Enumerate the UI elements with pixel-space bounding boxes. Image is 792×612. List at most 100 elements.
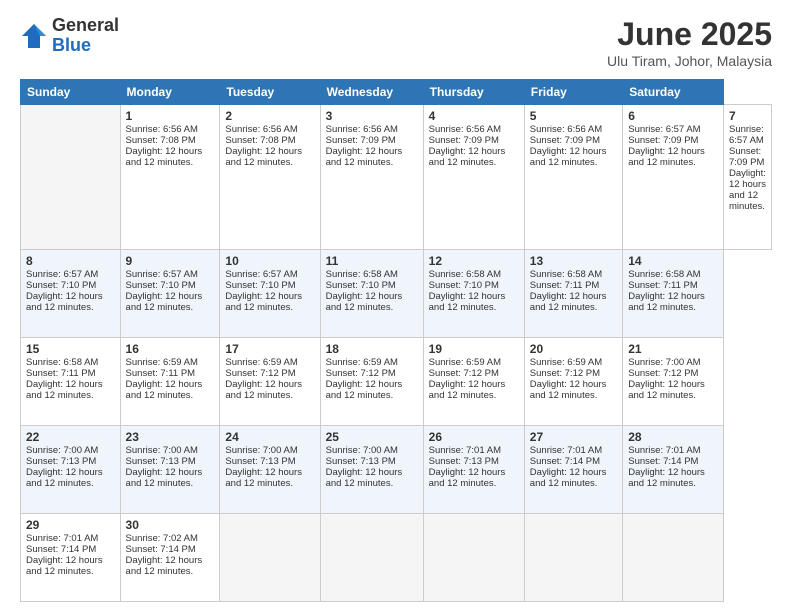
day-number: 25 [326,430,418,444]
location: Ulu Tiram, Johor, Malaysia [607,53,772,69]
sunset-text: Sunset: 7:10 PM [429,280,499,291]
col-sunday: Sunday [21,80,121,105]
day-number: 20 [530,342,617,356]
daylight-text: Daylight: 12 hours and 12 minutes. [628,467,705,489]
sunset-text: Sunset: 7:11 PM [26,368,96,379]
sunset-text: Sunset: 7:09 PM [429,135,499,146]
sunset-text: Sunset: 7:09 PM [628,135,698,146]
sunrise-text: Sunrise: 6:58 AM [26,357,98,368]
cell-4-2 [220,513,320,601]
day-number: 22 [26,430,115,444]
sunrise-text: Sunrise: 6:58 AM [628,269,700,280]
sunset-text: Sunset: 7:13 PM [26,456,96,467]
daylight-text: Daylight: 12 hours and 12 minutes. [326,467,403,489]
col-wednesday: Wednesday [320,80,423,105]
day-number: 24 [225,430,314,444]
cell-4-4 [423,513,524,601]
daylight-text: Daylight: 12 hours and 12 minutes. [429,467,506,489]
day-number: 26 [429,430,519,444]
cell-4-0: 29Sunrise: 7:01 AMSunset: 7:14 PMDayligh… [21,513,121,601]
sunset-text: Sunset: 7:14 PM [628,456,698,467]
cell-2-1: 16Sunrise: 6:59 AMSunset: 7:11 PMDayligh… [120,337,220,425]
sunrise-text: Sunrise: 6:57 AM [729,124,764,146]
day-number: 12 [429,254,519,268]
sunset-text: Sunset: 7:13 PM [225,456,295,467]
daylight-text: Daylight: 12 hours and 12 minutes. [326,291,403,313]
cell-1-4: 12Sunrise: 6:58 AMSunset: 7:10 PMDayligh… [423,249,524,337]
sunset-text: Sunset: 7:13 PM [429,456,499,467]
day-number: 10 [225,254,314,268]
day-number: 21 [628,342,718,356]
sunrise-text: Sunrise: 6:56 AM [326,124,398,135]
daylight-text: Daylight: 12 hours and 12 minutes. [26,555,103,577]
sunrise-text: Sunrise: 6:58 AM [530,269,602,280]
daylight-text: Daylight: 12 hours and 12 minutes. [326,146,403,168]
cell-2-2: 17Sunrise: 6:59 AMSunset: 7:12 PMDayligh… [220,337,320,425]
cell-4-3 [320,513,423,601]
day-number: 5 [530,109,617,123]
day-number: 15 [26,342,115,356]
sunset-text: Sunset: 7:09 PM [530,135,600,146]
cell-0-6: 6Sunrise: 6:57 AMSunset: 7:09 PMDaylight… [623,105,724,250]
sunset-text: Sunset: 7:13 PM [126,456,196,467]
col-monday: Monday [120,80,220,105]
cell-3-3: 25Sunrise: 7:00 AMSunset: 7:13 PMDayligh… [320,425,423,513]
sunset-text: Sunset: 7:12 PM [530,368,600,379]
daylight-text: Daylight: 12 hours and 12 minutes. [225,379,302,401]
sunrise-text: Sunrise: 6:58 AM [429,269,501,280]
day-number: 2 [225,109,314,123]
header-row: Sunday Monday Tuesday Wednesday Thursday… [21,80,772,105]
cell-4-5 [524,513,622,601]
sunrise-text: Sunrise: 7:01 AM [429,445,501,456]
title-block: June 2025 Ulu Tiram, Johor, Malaysia [607,16,772,69]
daylight-text: Daylight: 12 hours and 12 minutes. [26,467,103,489]
day-number: 30 [126,518,215,532]
cell-1-5: 13Sunrise: 6:58 AMSunset: 7:11 PMDayligh… [524,249,622,337]
cell-0-7: 7Sunrise: 6:57 AMSunset: 7:09 PMDaylight… [723,105,771,250]
sunset-text: Sunset: 7:12 PM [628,368,698,379]
calendar-table: Sunday Monday Tuesday Wednesday Thursday… [20,79,772,602]
cell-0-1: 1Sunrise: 6:56 AMSunset: 7:08 PMDaylight… [120,105,220,250]
sunset-text: Sunset: 7:14 PM [26,544,96,555]
sunset-text: Sunset: 7:11 PM [530,280,600,291]
daylight-text: Daylight: 12 hours and 12 minutes. [628,146,705,168]
daylight-text: Daylight: 12 hours and 12 minutes. [530,146,607,168]
daylight-text: Daylight: 12 hours and 12 minutes. [530,467,607,489]
cell-3-2: 24Sunrise: 7:00 AMSunset: 7:13 PMDayligh… [220,425,320,513]
logo: General Blue [20,16,119,56]
sunrise-text: Sunrise: 6:59 AM [225,357,297,368]
day-number: 18 [326,342,418,356]
daylight-text: Daylight: 12 hours and 12 minutes. [530,379,607,401]
sunrise-text: Sunrise: 6:56 AM [225,124,297,135]
day-number: 3 [326,109,418,123]
cell-2-6: 21Sunrise: 7:00 AMSunset: 7:12 PMDayligh… [623,337,724,425]
day-number: 23 [126,430,215,444]
week-row-2: 15Sunrise: 6:58 AMSunset: 7:11 PM Dayligh… [21,337,772,425]
cell-0-3: 3Sunrise: 6:56 AMSunset: 7:09 PMDaylight… [320,105,423,250]
daylight-text: Daylight: 12 hours and 12 minutes. [225,146,302,168]
daylight-text: Daylight: 12 hours and 12 minutes. [26,291,103,313]
sunset-text: Sunset: 7:08 PM [126,135,196,146]
sunrise-text: Sunrise: 7:01 AM [628,445,700,456]
sunset-text: Sunset: 7:14 PM [126,544,196,555]
sunrise-text: Sunrise: 6:57 AM [126,269,198,280]
sunset-text: Sunset: 7:10 PM [126,280,196,291]
cell-1-1: 9Sunrise: 6:57 AMSunset: 7:10 PMDaylight… [120,249,220,337]
day-number: 14 [628,254,718,268]
sunrise-text: Sunrise: 6:58 AM [326,269,398,280]
day-number: 17 [225,342,314,356]
sunset-text: Sunset: 7:14 PM [530,456,600,467]
month-title: June 2025 [607,16,772,53]
logo-general: General [52,16,119,36]
sunset-text: Sunset: 7:09 PM [729,146,764,168]
col-saturday: Saturday [623,80,724,105]
daylight-text: Daylight: 12 hours and 12 minutes. [126,555,203,577]
day-number: 27 [530,430,617,444]
sunrise-text: Sunrise: 7:00 AM [225,445,297,456]
sunrise-text: Sunrise: 6:57 AM [628,124,700,135]
daylight-text: Daylight: 12 hours and 12 minutes. [225,291,302,313]
daylight-text: Daylight: 12 hours and 12 minutes. [429,291,506,313]
cell-0-5: 5Sunrise: 6:56 AMSunset: 7:09 PMDaylight… [524,105,622,250]
week-row-4: 29Sunrise: 7:01 AMSunset: 7:14 PMDayligh… [21,513,772,601]
day-number: 28 [628,430,718,444]
